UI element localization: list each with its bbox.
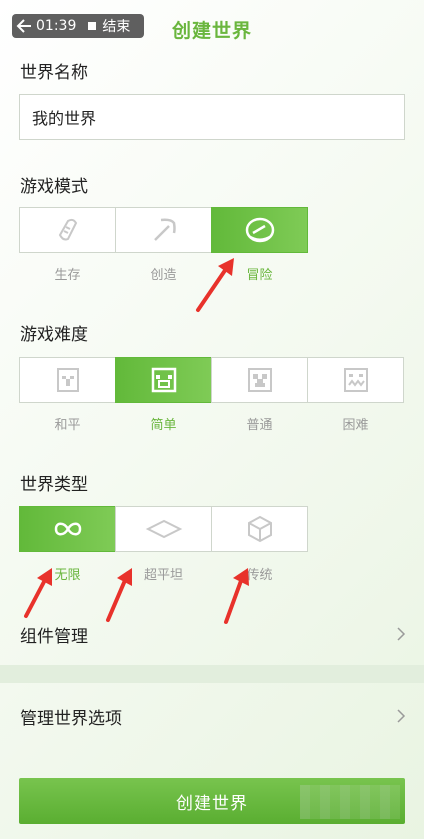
creeper-icon xyxy=(247,368,272,392)
pickaxe-icon xyxy=(153,218,176,241)
ghast-icon xyxy=(343,368,368,392)
difficulty-easy-button[interactable] xyxy=(115,357,212,403)
world-name-label: 世界名称 xyxy=(20,63,88,83)
compass-icon xyxy=(245,217,274,243)
component-management-row[interactable]: 组件管理 xyxy=(0,608,424,660)
page-title: 创建世界 xyxy=(171,20,252,42)
game-mode-options xyxy=(19,207,308,253)
world-type-flat-button[interactable] xyxy=(115,506,212,552)
component-management-label: 组件管理 xyxy=(20,626,88,647)
difficulty-easy-label: 简单 xyxy=(150,418,177,433)
difficulty-options xyxy=(19,357,404,403)
section-divider xyxy=(0,665,424,683)
manage-world-options-row[interactable]: 管理世界选项 xyxy=(0,690,424,742)
game-mode-creative-button[interactable] xyxy=(115,207,212,253)
difficulty-normal-button[interactable] xyxy=(211,357,308,403)
chevron-right-icon xyxy=(397,627,406,641)
difficulty-normal-label: 普通 xyxy=(246,418,273,433)
manage-world-options-label: 管理世界选项 xyxy=(20,708,122,729)
world-type-infinite-button[interactable] xyxy=(19,506,116,552)
villager-icon xyxy=(56,368,79,392)
world-type-options xyxy=(19,506,308,552)
world-type-label: 世界类型 xyxy=(20,475,88,495)
annotation-arrow-icon xyxy=(24,568,52,618)
pig-icon xyxy=(151,367,176,393)
world-type-legacy-button[interactable] xyxy=(211,506,308,552)
cube-icon xyxy=(247,515,272,543)
watermark-blur xyxy=(300,785,400,819)
annotation-arrow-icon xyxy=(106,568,132,622)
infinity-icon xyxy=(54,522,81,536)
annotation-arrow-icon xyxy=(196,258,234,312)
world-name-input[interactable] xyxy=(19,94,405,140)
mode-survival-label: 生存 xyxy=(54,268,81,283)
chevron-right-icon xyxy=(397,709,406,723)
difficulty-peaceful-button[interactable] xyxy=(19,357,116,403)
difficulty-hard-label: 困难 xyxy=(342,418,369,433)
difficulty-label: 游戏难度 xyxy=(20,325,88,345)
game-mode-survival-button[interactable] xyxy=(19,207,116,253)
difficulty-peaceful-label: 和平 xyxy=(54,418,81,433)
flat-diamond-icon xyxy=(145,519,182,539)
difficulty-hard-button[interactable] xyxy=(307,357,404,403)
annotation-arrow-icon xyxy=(224,568,249,624)
game-mode-adventure-button[interactable] xyxy=(211,207,308,253)
game-mode-label: 游戏模式 xyxy=(20,177,88,197)
bread-icon xyxy=(58,218,77,241)
